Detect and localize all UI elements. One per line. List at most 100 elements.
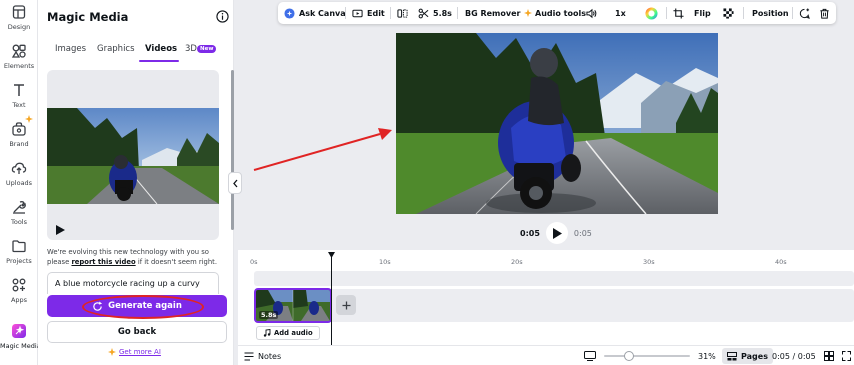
rail-label: Apps [10,296,28,304]
timeline: 0s 10s 20s 30s 40s 5.8s Add audio [238,250,854,346]
crop-button[interactable] [673,2,684,24]
play-icon[interactable] [55,225,65,235]
delete-button[interactable] [819,2,830,24]
fullscreen-button[interactable] [842,346,851,365]
toolbar-divider [666,7,667,19]
rail-label: Tools [10,218,27,226]
ask-canva-button[interactable]: Ask Canva [284,2,346,24]
video-preview-card[interactable] [47,70,219,240]
tab-images[interactable]: Images [55,44,86,54]
tab-3d[interactable]: 3D [185,44,197,54]
bg-remover-button[interactable]: BG Remover [465,2,533,24]
playhead-handle[interactable] [328,252,335,258]
audio-tools-button[interactable]: Audio tools [535,2,586,24]
magic-media-panel: Magic Media Images Graphics Videos 3D Ne… [38,0,234,365]
text-track[interactable] [254,271,854,286]
speed-button[interactable]: 1x [615,2,626,24]
pages-label: Pages [741,351,768,361]
notes-label: Notes [258,351,282,361]
elements-icon [11,44,26,58]
zoom-slider-track[interactable] [604,355,690,357]
zoom-slider-handle[interactable] [624,351,634,361]
rail-item-text[interactable]: Text [0,82,38,109]
rail-item-elements[interactable]: Elements [0,43,38,70]
add-audio-label: Add audio [274,329,313,337]
add-clip-button[interactable] [336,295,356,315]
grid-view-button[interactable] [824,346,834,365]
duration-label: 5.8s [433,8,452,18]
page-view-toggle[interactable] [584,346,596,365]
play-icon [552,227,562,239]
report-video-link[interactable]: report this video [71,258,135,266]
video-clip[interactable]: 5.8s [254,288,332,323]
rail-label: Text [12,101,26,109]
rail-item-design[interactable]: Design [0,4,38,31]
edit-button[interactable]: Edit [352,2,385,24]
play-button[interactable] [545,222,568,244]
video-thumbnail[interactable] [47,108,219,204]
panel-scrollbar[interactable] [231,70,234,230]
prompt-textarea[interactable]: A blue motorcycle racing up a curvy [47,272,219,294]
ruler-label: 10s [379,258,391,266]
context-toolbar: Ask Canva Edit 5.8s BG Remover Audio too… [278,2,836,24]
ruler-label: 0s [250,258,258,266]
playback-controls: 0:05 0:05 [520,222,592,244]
go-back-button[interactable]: Go back [47,321,227,343]
zoom-level[interactable]: 31% [698,346,716,365]
rail-label: Magic Media [0,342,41,350]
refresh-icon [93,300,103,311]
current-time: 0:05 [520,228,540,238]
expand-icon [842,351,851,361]
crop-icon [673,7,684,19]
tab-videos[interactable]: Videos [145,44,177,54]
speed-label: 1x [615,8,626,18]
get-more-ai-link[interactable]: Get more AI [108,348,161,356]
comment-add-icon [799,7,810,19]
tab-graphics[interactable]: Graphics [97,44,135,54]
rail-item-apps[interactable]: Apps [0,277,38,304]
rail-item-brand[interactable]: Brand [0,115,38,148]
flip-button[interactable]: Flip [694,2,711,24]
trim-duration-button[interactable]: 5.8s [418,2,452,24]
playhead[interactable] [331,252,332,346]
rail-item-uploads[interactable]: Uploads [0,160,38,187]
clip-duration: 5.8s [259,311,279,319]
crown-icon [524,9,533,17]
rail-item-tools[interactable]: Tools [0,199,38,226]
edit-video-icon [352,9,363,17]
transparency-button[interactable] [723,2,734,24]
notes-button[interactable]: Notes [244,346,281,365]
rail-label: Projects [6,257,32,265]
scissors-icon [418,8,429,18]
position-button[interactable]: Position [752,2,789,24]
toolbar-divider [792,7,793,19]
left-rail: Design Elements Text Brand Uploads Tools… [0,0,41,365]
rail-item-projects[interactable]: Projects [0,238,38,265]
get-more-ai-label: Get more AI [119,348,161,356]
rail-item-magic-media[interactable]: Magic Media [0,323,41,350]
add-audio-button[interactable]: Add audio [256,326,320,340]
trash-icon [820,8,829,19]
volume-button[interactable] [586,2,597,24]
projects-icon [12,240,26,253]
color-button[interactable] [645,2,658,24]
canva-assistant-icon [284,7,295,19]
edit-label: Edit [367,8,385,18]
pages-button[interactable]: Pages [722,348,773,364]
canvas-video-frame[interactable] [396,33,718,214]
tools-icon [13,201,26,214]
brand-icon [12,122,26,136]
collapse-panel-button[interactable] [228,172,242,194]
magic-media-icon [12,324,26,338]
music-note-icon [263,329,271,337]
text-icon [14,84,24,96]
rail-label: Elements [3,62,35,70]
add-comment-button[interactable] [799,2,810,24]
media-tabs: Images Graphics Videos 3D New [47,44,229,62]
toolbar-divider [457,7,458,19]
ask-canva-label: Ask Canva [299,8,346,18]
pages-icon [727,351,737,360]
split-button[interactable] [397,2,408,24]
generate-again-button[interactable]: Generate again [47,295,227,317]
info-icon[interactable] [216,10,229,23]
